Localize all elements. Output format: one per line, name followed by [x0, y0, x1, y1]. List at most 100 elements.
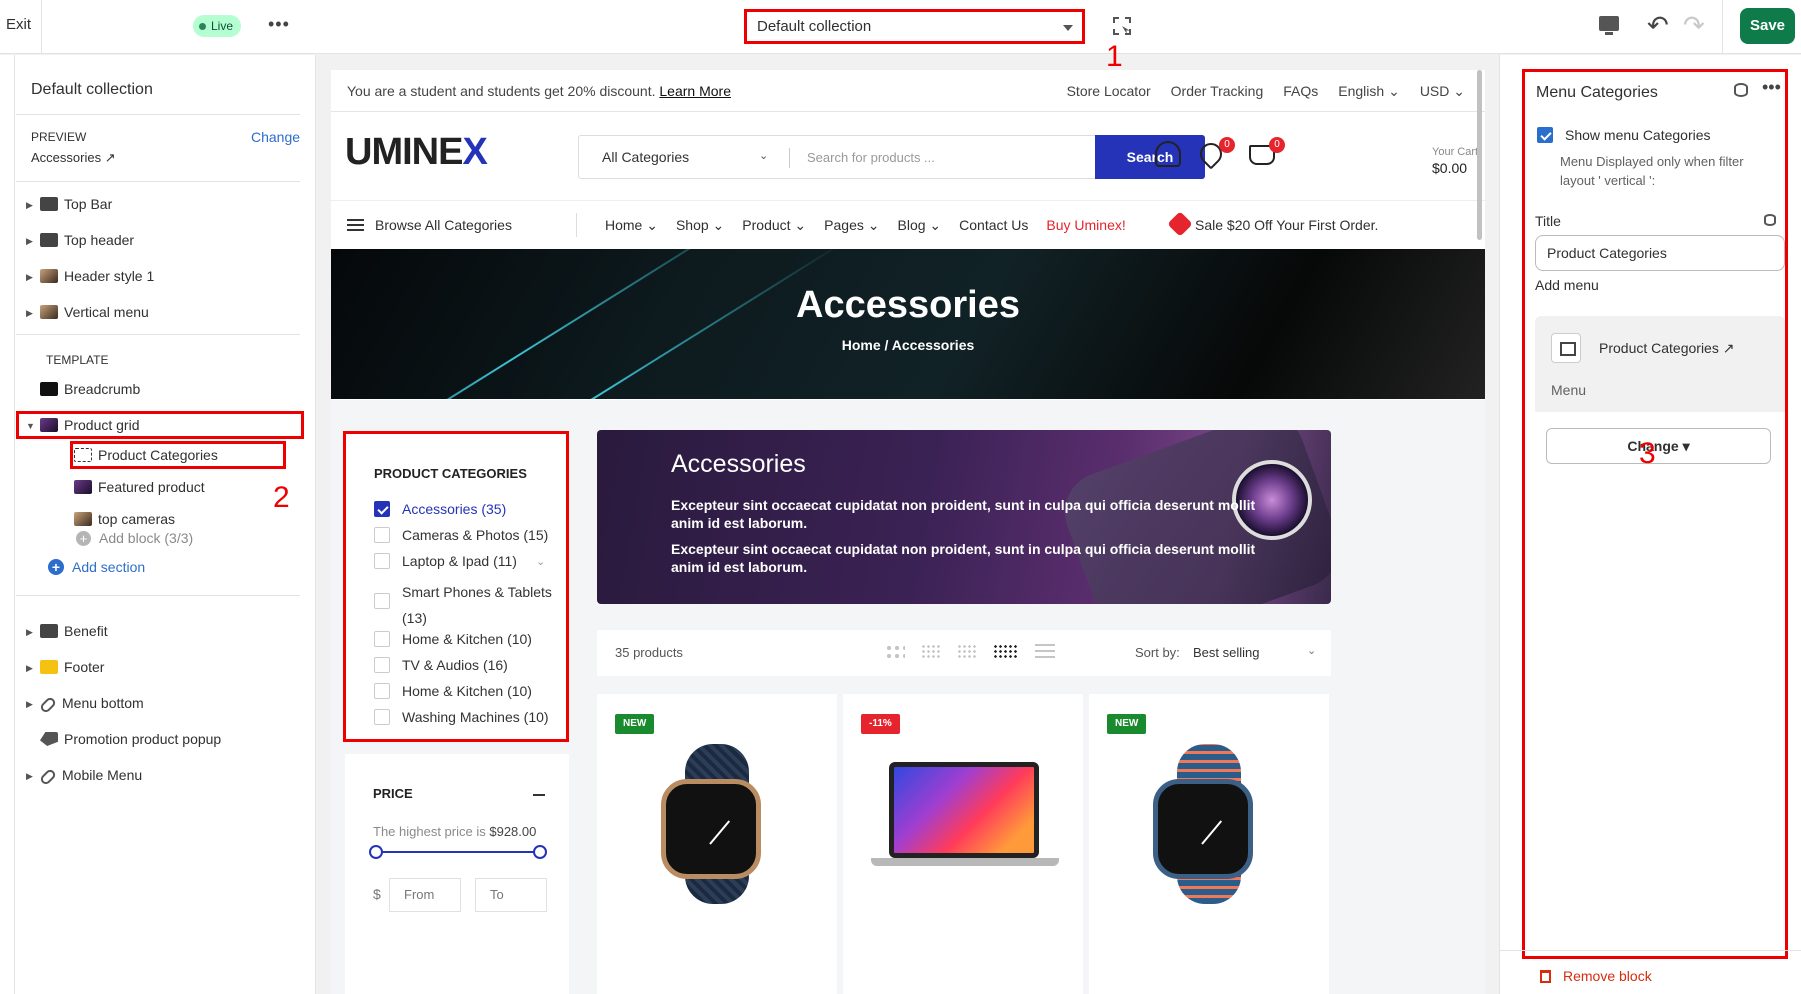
- checkbox-icon[interactable]: [374, 683, 390, 699]
- category-item[interactable]: TV & Audios (16): [374, 657, 508, 673]
- chevron-down-icon[interactable]: ⌄: [536, 555, 545, 568]
- save-button[interactable]: Save: [1740, 8, 1795, 44]
- chevron-right-icon[interactable]: ▶: [26, 654, 36, 682]
- grid-3-icon[interactable]: [921, 644, 941, 660]
- slider-min-handle[interactable]: [369, 845, 383, 859]
- add-block-button[interactable]: + Add block (3/3): [76, 530, 193, 546]
- chevron-right-icon[interactable]: ▶: [26, 227, 36, 255]
- remove-block-button[interactable]: Remove block: [1540, 968, 1652, 984]
- sale-tag-icon: [1167, 211, 1193, 237]
- undo-icon[interactable]: ↶: [1647, 10, 1669, 41]
- section-footer[interactable]: ▶ Footer: [26, 653, 104, 681]
- block-top-cameras[interactable]: top cameras: [70, 505, 175, 533]
- hamburger-icon[interactable]: [347, 219, 364, 231]
- grid-2-icon[interactable]: [885, 644, 905, 660]
- show-menu-checkbox[interactable]: Show menu Categories: [1537, 127, 1711, 143]
- desktop-view-icon[interactable]: [1599, 16, 1619, 35]
- language-select[interactable]: English ⌄: [1338, 83, 1400, 100]
- chevron-right-icon[interactable]: ▶: [26, 762, 36, 790]
- product-card[interactable]: -11%: [843, 694, 1083, 994]
- category-item[interactable]: Washing Machines (10): [374, 709, 549, 725]
- redo-icon[interactable]: ↷: [1683, 10, 1705, 41]
- checkbox-icon[interactable]: [374, 593, 390, 609]
- add-section-label: Add section: [72, 559, 146, 575]
- checkbox-checked-icon[interactable]: [374, 501, 390, 517]
- more-actions-icon[interactable]: •••: [1762, 77, 1781, 98]
- nav-item-shop[interactable]: Shop ⌄: [676, 217, 724, 234]
- wishlist-count-badge: 0: [1219, 137, 1235, 153]
- nav-item-home[interactable]: Home ⌄: [605, 217, 658, 234]
- category-item[interactable]: Home & Kitchen (10): [374, 631, 532, 647]
- store-logo[interactable]: UMINEX: [345, 131, 488, 174]
- checkbox-icon[interactable]: [374, 527, 390, 543]
- grid-5-icon[interactable]: [993, 644, 1019, 660]
- learn-more-link[interactable]: Learn More: [659, 83, 731, 99]
- change-preview-link[interactable]: Change: [251, 129, 300, 145]
- checkbox-icon[interactable]: [374, 631, 390, 647]
- section-mobile-menu[interactable]: ▶ Mobile Menu: [26, 761, 142, 789]
- product-card[interactable]: NEW: [597, 694, 837, 994]
- sort-select[interactable]: Best selling: [1193, 645, 1259, 660]
- add-section-button[interactable]: + Add section: [48, 559, 145, 575]
- section-vertical-menu[interactable]: ▶ Vertical menu: [26, 298, 149, 326]
- category-item[interactable]: Accessories (35): [374, 501, 506, 517]
- chevron-right-icon[interactable]: ▶: [26, 299, 36, 327]
- search-category-select[interactable]: All Categories: [602, 149, 689, 165]
- nav-item-pages[interactable]: Pages ⌄: [824, 217, 879, 234]
- list-view-icon[interactable]: [1035, 644, 1055, 660]
- change-menu-button[interactable]: Change ▾: [1546, 428, 1771, 464]
- currency-select[interactable]: USD ⌄: [1420, 83, 1465, 100]
- section-menu-bottom[interactable]: ▶ Menu bottom: [26, 689, 144, 717]
- checkbox-icon[interactable]: [374, 553, 390, 569]
- chevron-right-icon[interactable]: ▶: [26, 191, 36, 219]
- category-item[interactable]: Home & Kitchen (10): [374, 683, 532, 699]
- search-input[interactable]: Search for products ...: [807, 150, 935, 165]
- price-range-slider[interactable]: [369, 845, 547, 859]
- category-item[interactable]: Cameras & Photos (15): [374, 527, 548, 543]
- menu-name-link[interactable]: Product Categories ↗: [1599, 340, 1734, 357]
- section-promotion-popup[interactable]: Promotion product popup: [26, 725, 221, 753]
- search-button[interactable]: Search: [1095, 135, 1205, 179]
- nav-item-blog[interactable]: Blog ⌄: [898, 217, 942, 234]
- title-input[interactable]: Product Categories: [1535, 235, 1785, 271]
- price-from-input[interactable]: From: [389, 878, 461, 912]
- more-actions-icon[interactable]: •••: [268, 14, 290, 35]
- section-benefit[interactable]: ▶ Benefit: [26, 617, 108, 645]
- grid-4-icon[interactable]: [957, 644, 977, 660]
- product-card[interactable]: NEW: [1089, 694, 1329, 994]
- chevron-right-icon[interactable]: ▶: [26, 263, 36, 291]
- category-item[interactable]: Laptop & Ipad (11) ⌄: [374, 553, 545, 569]
- section-top-bar[interactable]: ▶ Top Bar: [26, 190, 112, 218]
- browse-categories-button[interactable]: Browse All Categories: [375, 217, 512, 233]
- dynamic-source-icon[interactable]: [1764, 214, 1776, 226]
- checkbox-checked-icon[interactable]: [1537, 127, 1553, 143]
- nav-item-product[interactable]: Product ⌄: [742, 217, 806, 234]
- inspect-selector-icon[interactable]: [1113, 17, 1131, 35]
- preview-scrollbar[interactable]: [1477, 70, 1482, 240]
- breadcrumb[interactable]: Home / Accessories: [331, 337, 1485, 353]
- price-to-input[interactable]: To: [475, 878, 547, 912]
- checkbox-icon[interactable]: [374, 657, 390, 673]
- divider: [41, 0, 42, 54]
- chevron-right-icon[interactable]: ▶: [26, 690, 36, 718]
- preview-value[interactable]: Accessories ↗: [31, 150, 116, 166]
- section-header-style-1[interactable]: ▶ Header style 1: [26, 262, 154, 290]
- exit-button[interactable]: Exit: [6, 16, 31, 33]
- block-featured-product[interactable]: Featured product: [70, 473, 205, 501]
- section-top-header[interactable]: ▶ Top header: [26, 226, 134, 254]
- slider-max-handle[interactable]: [533, 845, 547, 859]
- chevron-right-icon[interactable]: ▶: [26, 618, 36, 646]
- dynamic-source-icon[interactable]: [1734, 83, 1748, 97]
- sale-banner-text[interactable]: Sale $20 Off Your First Order.: [1195, 217, 1378, 233]
- collapse-minus-icon[interactable]: [533, 794, 545, 796]
- order-tracking-link[interactable]: Order Tracking: [1171, 83, 1264, 100]
- section-breadcrumb[interactable]: Breadcrumb: [26, 375, 140, 403]
- nav-item-contact[interactable]: Contact Us: [959, 217, 1028, 234]
- account-icon[interactable]: [1155, 141, 1181, 167]
- nav-item-buy[interactable]: Buy Uminex!: [1046, 217, 1125, 234]
- faqs-link[interactable]: FAQs: [1283, 83, 1318, 100]
- category-item[interactable]: Smart Phones & Tablets (13): [374, 579, 552, 631]
- collection-template-select[interactable]: Default collection: [744, 9, 1085, 44]
- checkbox-icon[interactable]: [374, 709, 390, 725]
- store-locator-link[interactable]: Store Locator: [1067, 83, 1151, 100]
